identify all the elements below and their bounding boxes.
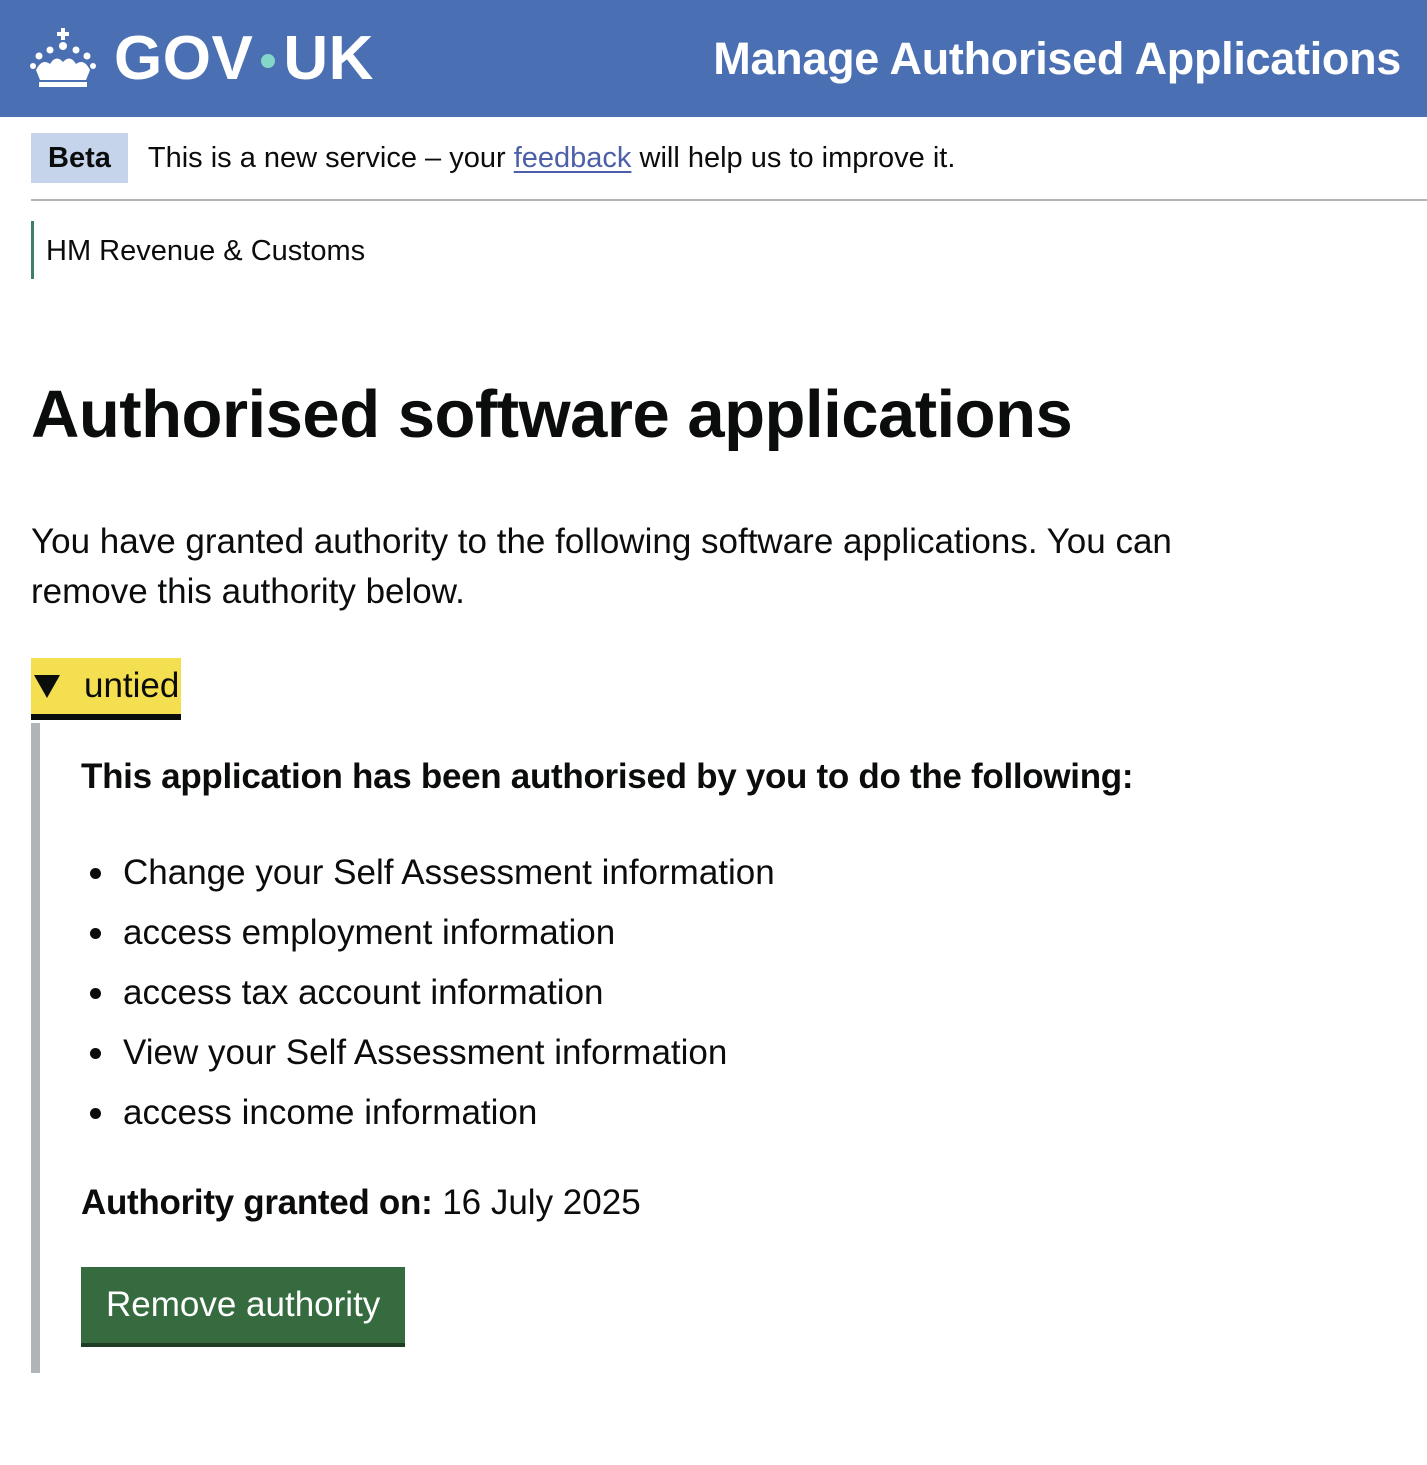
application-name: untied xyxy=(84,666,180,705)
crown-icon xyxy=(30,27,96,87)
logo-text-uk: UK xyxy=(283,24,374,93)
authority-granted: Authority granted on: 16 July 2025 xyxy=(81,1173,1396,1233)
scope-text: access tax account information xyxy=(123,973,604,1012)
application-details-toggle[interactable]: untied xyxy=(31,658,182,720)
bullet-icon xyxy=(90,867,101,879)
main-content: Authorised software applications You hav… xyxy=(0,375,1427,1373)
service-name-link[interactable]: Manage Authorised Applications xyxy=(713,33,1401,85)
scope-text: Change your Self Assessment information xyxy=(123,853,775,892)
bullet-icon xyxy=(90,927,101,939)
logo-dot xyxy=(261,53,276,68)
phase-tag: Beta xyxy=(31,133,128,183)
phase-banner-text: This is a new service – your feedback wi… xyxy=(148,142,956,175)
granted-label: Authority granted on: xyxy=(81,1183,433,1222)
triangle-down-icon xyxy=(34,674,60,698)
page-title: Authorised software applications xyxy=(31,377,1073,452)
organisation-name: HM Revenue & Customs xyxy=(31,221,1427,279)
phase-banner: Beta This is a new service – your feedba… xyxy=(31,117,1427,201)
feedback-link[interactable]: feedback xyxy=(514,142,632,174)
application-details: This application has been authorised by … xyxy=(31,723,1396,1373)
govuk-logo-link[interactable]: GOV UK xyxy=(30,23,374,94)
bullet-icon xyxy=(90,1107,101,1119)
bullet-icon xyxy=(90,1047,101,1059)
list-item: access employment information xyxy=(81,903,1396,963)
scope-text: access income information xyxy=(123,1093,538,1132)
site-header: GOV UK Manage Authorised Applications xyxy=(0,0,1427,117)
granted-date: 16 July 2025 xyxy=(442,1183,641,1222)
phase-text-before: This is a new service – your xyxy=(147,141,506,174)
bullet-icon xyxy=(90,987,101,999)
permissions-heading: This application has been authorised by … xyxy=(81,757,1134,796)
govuk-logo-text: GOV UK xyxy=(114,23,374,94)
logo-text-gov: GOV xyxy=(114,24,254,93)
scope-text: access employment information xyxy=(123,913,616,952)
scope-text: View your Self Assessment information xyxy=(123,1033,728,1072)
remove-authority-button[interactable]: Remove authority xyxy=(81,1267,406,1343)
list-item: View your Self Assessment information xyxy=(81,1023,1396,1083)
scope-list: Change your Self Assessment information … xyxy=(81,843,1396,1143)
phase-text-after: will help us to improve it. xyxy=(639,141,956,174)
list-item: access income information xyxy=(81,1083,1396,1143)
list-item: Change your Self Assessment information xyxy=(81,843,1396,903)
intro-text: You have granted authority to the follow… xyxy=(31,522,1172,611)
list-item: access tax account information xyxy=(81,963,1396,1023)
